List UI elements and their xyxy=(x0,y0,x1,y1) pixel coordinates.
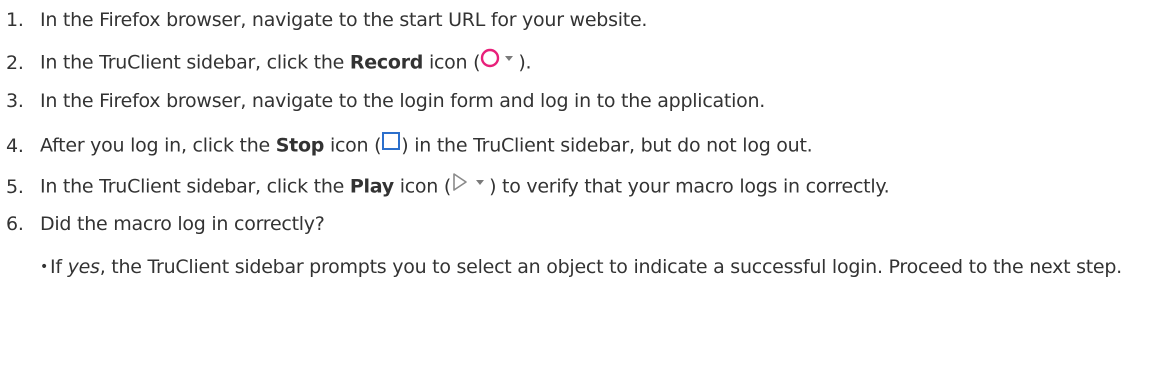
step-4: 4. After you log in, click the Stop icon … xyxy=(6,130,813,160)
step-text: icon ( xyxy=(393,175,452,198)
step-number: 2. xyxy=(6,51,24,74)
sub-item-emphasis: yes xyxy=(67,256,100,278)
step-number: 4. xyxy=(6,134,24,157)
record-label: Record xyxy=(349,51,424,74)
step-text: ) to verify that your macro logs in corr… xyxy=(489,175,890,198)
sub-item-text: If xyxy=(50,256,68,278)
step-6: 6. Did the macro log in correctly? xyxy=(6,212,325,236)
step-text: Did the macro log in correctly? xyxy=(40,213,325,235)
step-text: In the Firefox browser, navigate to the … xyxy=(40,90,766,112)
step-text: icon ( xyxy=(423,51,481,74)
step-number: 1. xyxy=(6,9,24,31)
stop-label: Stop xyxy=(275,134,325,157)
step-2: 2. In the TruClient sidebar, click the Re… xyxy=(6,47,532,77)
step-number: 5. xyxy=(6,175,24,198)
play-label: Play xyxy=(349,175,394,198)
stop-icon xyxy=(381,130,401,158)
step-text: icon ( xyxy=(324,134,382,157)
step-text: In the TruClient sidebar, click the xyxy=(40,175,350,198)
sub-item-text: , the TruClient sidebar prompts you to s… xyxy=(99,256,1123,278)
play-icon xyxy=(451,171,489,199)
step-1: 1. In the Firefox browser, navigate to th… xyxy=(6,8,647,32)
bullet: • xyxy=(40,259,49,275)
step-3: 3. In the Firefox browser, navigate to th… xyxy=(6,89,765,113)
step-text: In the Firefox browser, navigate to the … xyxy=(40,9,648,31)
step-text: ). xyxy=(518,51,532,74)
sub-item-yes: • If yes, the TruClient sidebar prompts y… xyxy=(40,252,1140,283)
step-text: After you log in, click the xyxy=(40,134,276,157)
step-number: 6. xyxy=(6,213,24,235)
step-5: 5. In the TruClient sidebar, click the Pl… xyxy=(6,171,890,201)
step-text: ) in the TruClient sidebar, but do not l… xyxy=(401,134,813,157)
step-number: 3. xyxy=(6,90,24,112)
record-icon xyxy=(480,47,518,75)
step-text: In the TruClient sidebar, click the xyxy=(40,51,350,74)
